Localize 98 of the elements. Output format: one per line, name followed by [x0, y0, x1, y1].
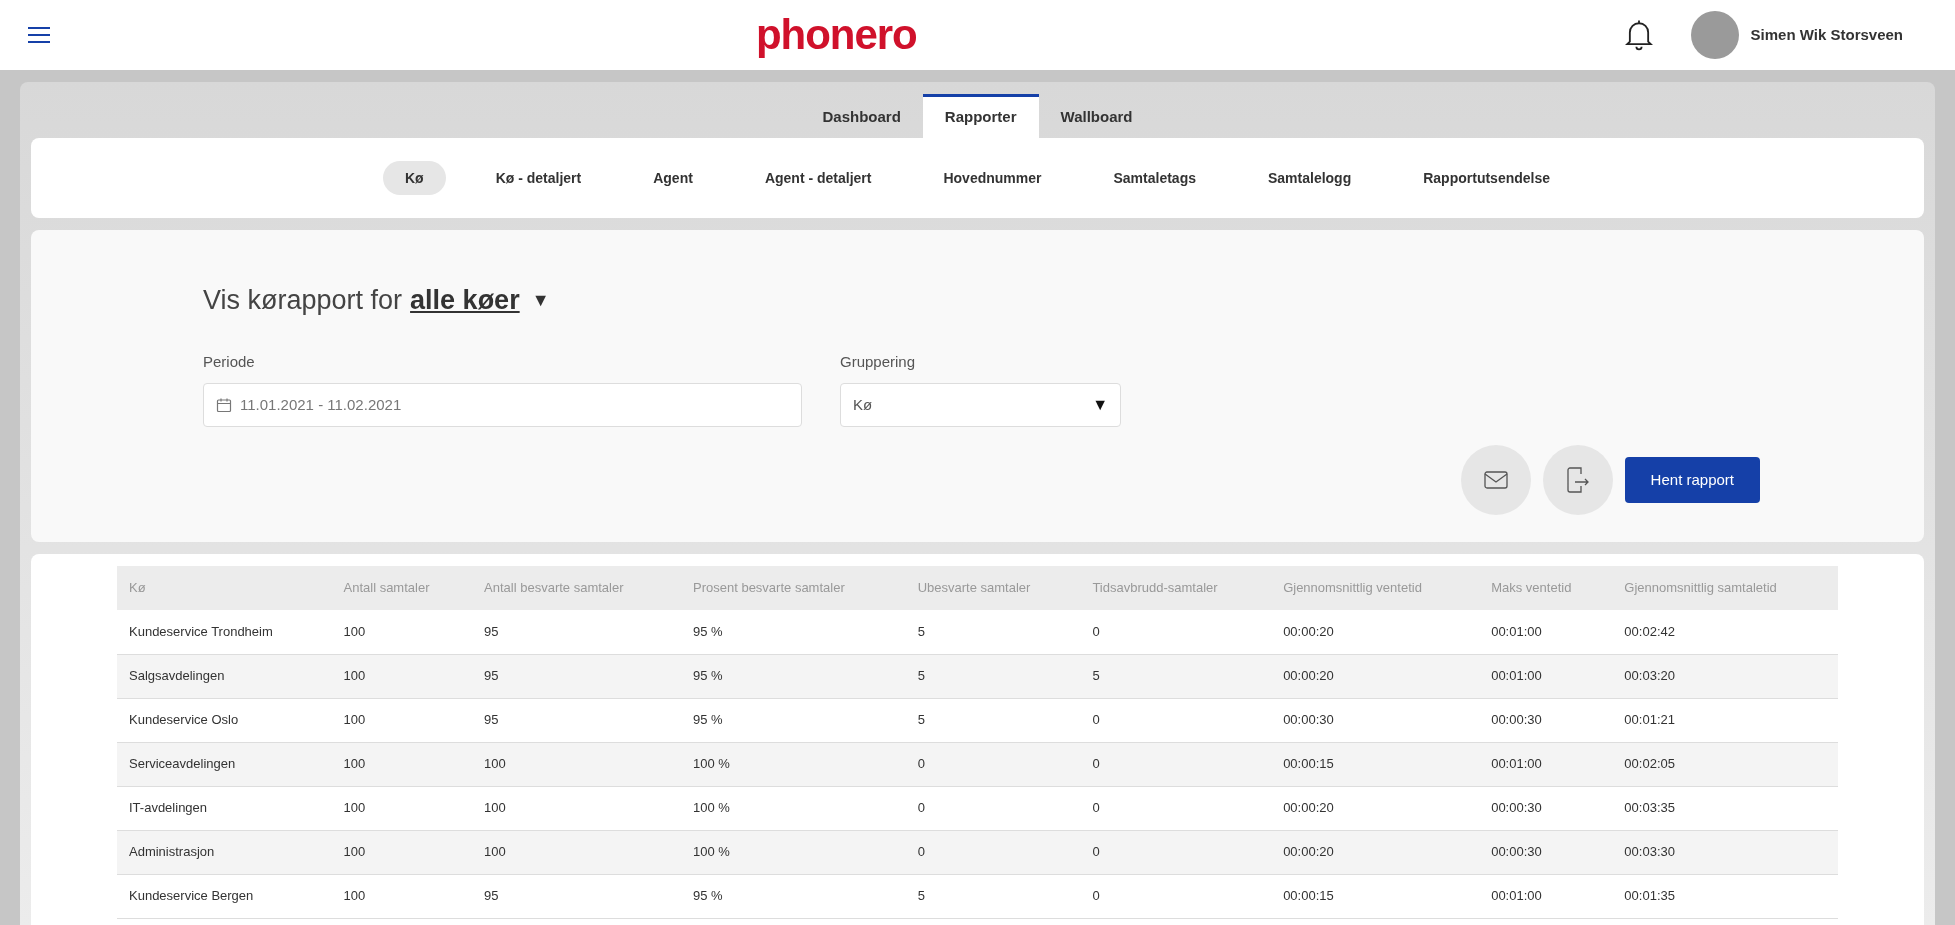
fetch-report-button[interactable]: Hent rapport — [1624, 457, 1760, 503]
table-cell: 100 % — [681, 786, 906, 830]
user-name[interactable]: Simen Wik Storsveen — [1750, 23, 1903, 47]
table-cell: 100 % — [681, 742, 906, 786]
grouping-dropdown[interactable]: Kø ▼ — [840, 383, 1121, 427]
table-cell: 00:00:15 — [1271, 742, 1480, 786]
sub-tab[interactable]: Samtaletags — [1091, 161, 1218, 195]
table-cell: 100 — [331, 830, 473, 874]
column-header: Gjennomsnittlig ventetid — [1271, 566, 1480, 610]
main-tab[interactable]: Rapporter — [922, 94, 1039, 138]
table-cell: 00:01:00 — [1479, 654, 1613, 698]
table-cell: 0 — [905, 830, 1081, 874]
field-label: Periode — [203, 351, 256, 372]
table-cell: 00:00:30 — [1479, 830, 1613, 874]
envelope-icon — [1483, 471, 1508, 489]
table-cell: 00:03:20 — [1612, 654, 1838, 698]
field-label: Gruppering — [840, 351, 917, 372]
table-cell: 00:00:20 — [1271, 786, 1480, 830]
table-cell: 95 % — [681, 874, 906, 918]
report-title: Vis kørapport for — [203, 284, 403, 317]
sub-tab[interactable]: Kø - detaljert — [473, 161, 604, 195]
table-cell: 100 — [331, 786, 473, 830]
table-cell: 0 — [905, 742, 1081, 786]
column-header: Tidsavbrudd-samtaler — [1080, 566, 1272, 610]
table-cell: 95 — [472, 874, 681, 918]
sub-tab[interactable]: Samtalelogg — [1245, 161, 1374, 195]
avatar[interactable] — [1690, 11, 1739, 59]
column-header: Kø — [117, 566, 332, 610]
table-cell: 95 % — [681, 654, 906, 698]
table-cell: 95 % — [681, 610, 906, 654]
table-cell: 00:00:30 — [1271, 698, 1480, 742]
table-cell: 0 — [1080, 742, 1272, 786]
main-tab[interactable]: Dashboard — [800, 94, 923, 138]
sub-tab[interactable]: Rapportutsendelse — [1401, 161, 1573, 195]
logo[interactable]: phonero — [755, 14, 917, 56]
table-cell: 0 — [1080, 786, 1272, 830]
table-cell: 00:03:30 — [1612, 830, 1838, 874]
table-cell: 5 — [905, 698, 1081, 742]
sub-tab[interactable]: Agent — [631, 161, 715, 195]
table-cell: 100 — [472, 830, 681, 874]
table-cell: 00:00:30 — [1479, 698, 1613, 742]
table-cell: 95 — [472, 610, 681, 654]
table-cell: 100 — [331, 742, 473, 786]
column-header: Ubesvarte samtaler — [905, 566, 1081, 610]
table-cell: 100 — [472, 786, 681, 830]
queue-link[interactable]: alle køer — [410, 280, 520, 321]
table-cell: 0 — [1080, 830, 1272, 874]
table-cell: 00:02:05 — [1612, 742, 1838, 786]
table-cell: Serviceavdelingen — [117, 742, 332, 786]
table-cell: 5 — [1080, 654, 1272, 698]
table-cell: 00:00:30 — [1479, 786, 1613, 830]
table-cell: 100 % — [681, 830, 906, 874]
column-header: Antall besvarte samtaler — [472, 566, 681, 610]
date-field[interactable]: 11.01.2021 - 11.02.2021 — [203, 383, 802, 427]
sub-tab[interactable]: Agent - detaljert — [742, 161, 894, 195]
table-cell: 100 — [331, 610, 473, 654]
table-cell: 00:00:15 — [1271, 874, 1480, 918]
table-cell: 95 — [472, 654, 681, 698]
table-cell: 5 — [905, 654, 1081, 698]
calendar-icon — [216, 397, 232, 413]
table-cell: 100 — [331, 654, 473, 698]
table-cell: 00:01:21 — [1612, 698, 1838, 742]
table-cell: 00:00:20 — [1271, 830, 1480, 874]
table-cell: 0 — [1080, 610, 1272, 654]
column-header: Maks ventetid — [1479, 566, 1613, 610]
table-cell: 100 — [331, 698, 473, 742]
table-cell: 00:03:35 — [1612, 786, 1838, 830]
table-cell: 0 — [1080, 698, 1272, 742]
table-cell: 0 — [905, 786, 1081, 830]
file-export-icon — [1565, 467, 1590, 493]
table-cell: 5 — [905, 874, 1081, 918]
table-cell: 0 — [1080, 874, 1272, 918]
table-cell: Kundeservice Bergen — [117, 874, 332, 918]
main-tab[interactable]: Wallboard — [1038, 94, 1155, 138]
table-cell: 00:01:00 — [1479, 874, 1613, 918]
table-cell: 5 — [905, 610, 1081, 654]
table-cell: 00:01:00 — [1479, 610, 1613, 654]
sub-tab[interactable]: Kø — [382, 161, 446, 195]
table-cell: 100 — [472, 742, 681, 786]
column-header: Gjennomsnittlig samtaletid — [1612, 566, 1838, 610]
table-cell: 00:02:42 — [1612, 610, 1838, 654]
table-cell: 95 % — [681, 698, 906, 742]
table-cell: IT-avdelingen — [117, 786, 332, 830]
table-cell: Salgsavdelingen — [117, 654, 332, 698]
sub-tab[interactable]: Hovednummer — [921, 161, 1064, 195]
menu-icon[interactable] — [28, 27, 50, 43]
table-cell: 95 — [472, 698, 681, 742]
table-cell: Kundeservice Trondheim — [117, 610, 332, 654]
table-cell: 00:01:35 — [1612, 874, 1838, 918]
caret-icon[interactable]: ▼ — [531, 286, 550, 314]
table-cell: 00:00:20 — [1271, 610, 1480, 654]
column-header: Prosent besvarte samtaler — [681, 566, 906, 610]
table-cell: Kundeservice Oslo — [117, 698, 332, 742]
table-cell: 100 — [331, 874, 473, 918]
table-cell: 00:01:00 — [1479, 742, 1613, 786]
table-cell: Administrasjon — [117, 830, 332, 874]
column-header: Antall samtaler — [331, 566, 473, 610]
table-cell: 00:00:20 — [1271, 654, 1480, 698]
